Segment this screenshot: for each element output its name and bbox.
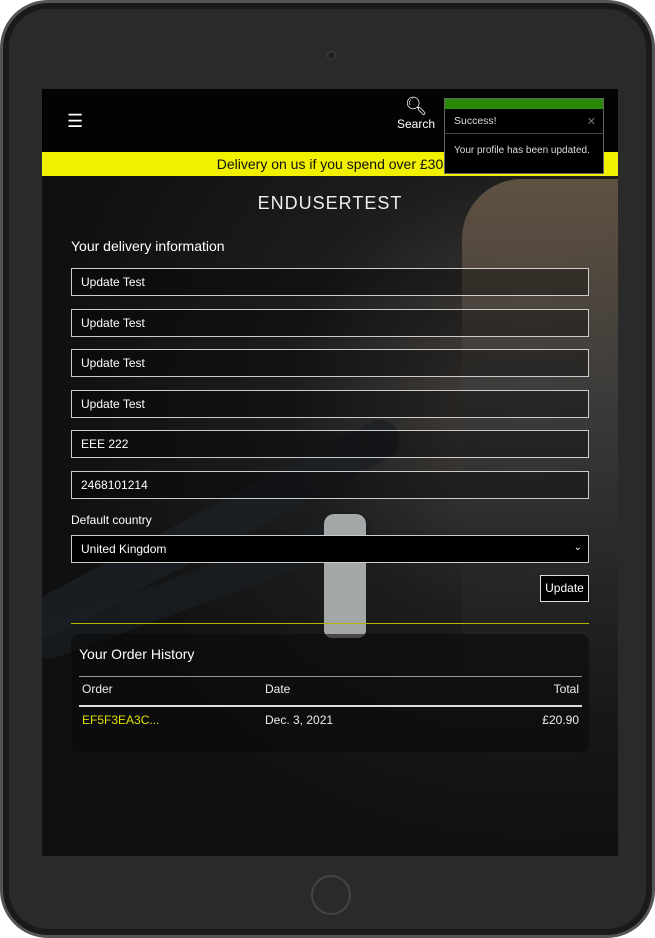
country-label: Default country — [71, 513, 152, 527]
country-value: United Kingdom — [81, 542, 167, 556]
full-name-field[interactable]: Update Test — [71, 268, 589, 296]
column-date: Date — [265, 682, 291, 696]
camera — [327, 51, 336, 60]
divider — [71, 623, 589, 624]
column-order: Order — [82, 682, 113, 696]
toast-title: Success! — [454, 115, 497, 127]
column-total: Total — [553, 682, 579, 696]
order-history: Your Order History Order Date Total EF5F… — [71, 634, 589, 752]
delivery-heading: Your delivery information — [71, 238, 225, 254]
country-select[interactable]: United Kingdom ⌄ — [71, 535, 589, 563]
search-label: Search — [396, 117, 436, 131]
header: ☰ 🔍︎ Search Success! ✕ Your profile has b… — [42, 89, 618, 174]
order-date: Dec. 3, 2021 — [265, 713, 334, 727]
search-button[interactable]: 🔍︎ Search — [394, 95, 438, 131]
hamburger-icon[interactable]: ☰ — [67, 111, 83, 132]
address-line2-field[interactable]: Update Test — [71, 349, 589, 377]
divider — [79, 676, 582, 677]
chevron-down-icon: ⌄ — [573, 542, 582, 553]
order-link[interactable]: EF5F3EA3C... — [82, 713, 159, 727]
divider — [79, 705, 582, 707]
town-field[interactable]: Update Test — [71, 390, 589, 418]
toast-message: Your profile has been updated. — [454, 145, 590, 156]
page-title: ENDUSERTEST — [257, 193, 403, 213]
toast-header: Success! ✕ — [445, 109, 603, 134]
home-button[interactable] — [311, 875, 351, 915]
update-button[interactable]: Update — [540, 575, 589, 602]
background-image — [324, 514, 366, 638]
phone-field[interactable]: 2468101214 — [71, 471, 589, 499]
address-line1-field[interactable]: Update Test — [71, 309, 589, 337]
order-history-heading: Your Order History — [79, 646, 195, 662]
close-icon[interactable]: ✕ — [587, 115, 596, 128]
success-toast: Success! ✕ Your profile has been updated. — [444, 98, 604, 174]
toast-bar — [445, 99, 603, 109]
tablet-frame: ☰ 🔍︎ Search Success! ✕ Your profile has b… — [0, 0, 655, 938]
search-icon: 🔍︎ — [404, 96, 428, 116]
postcode-field[interactable]: EEE 222 — [71, 430, 589, 458]
screen: ☰ 🔍︎ Search Success! ✕ Your profile has b… — [42, 89, 618, 856]
order-total: £20.90 — [542, 713, 579, 727]
